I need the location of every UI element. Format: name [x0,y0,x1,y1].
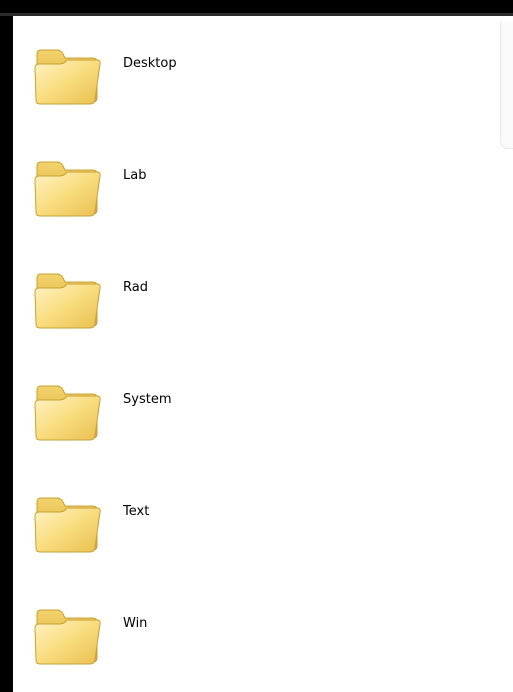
folder-label: Rad [123,280,148,295]
folder-icon [34,161,101,217]
folder-item-win[interactable]: Win [13,594,313,674]
folder-item-rad[interactable]: Rad [13,258,313,338]
folder-label: Text [123,504,150,519]
folder-icon [34,49,101,105]
folder-label: Win [123,616,148,631]
folder-icon [34,273,101,329]
folder-item-desktop[interactable]: Desktop [13,34,313,114]
window-top-frame [0,0,513,13]
folder-label: Desktop [123,56,177,71]
folder-icon [34,609,101,665]
folder-icon [34,385,101,441]
explorer-window: Desktop Lab Rad System Text Win [0,0,513,692]
folder-icon [34,497,101,553]
window-left-frame [0,16,13,692]
side-panel-edge [500,22,513,149]
folder-label: Lab [123,168,147,183]
folder-item-lab[interactable]: Lab [13,146,313,226]
folder-list: Desktop Lab Rad System Text Win [13,16,493,692]
folder-label: System [123,392,172,407]
folder-item-text[interactable]: Text [13,482,313,562]
folder-item-system[interactable]: System [13,370,313,450]
folder-view: Desktop Lab Rad System Text Win [13,16,513,692]
